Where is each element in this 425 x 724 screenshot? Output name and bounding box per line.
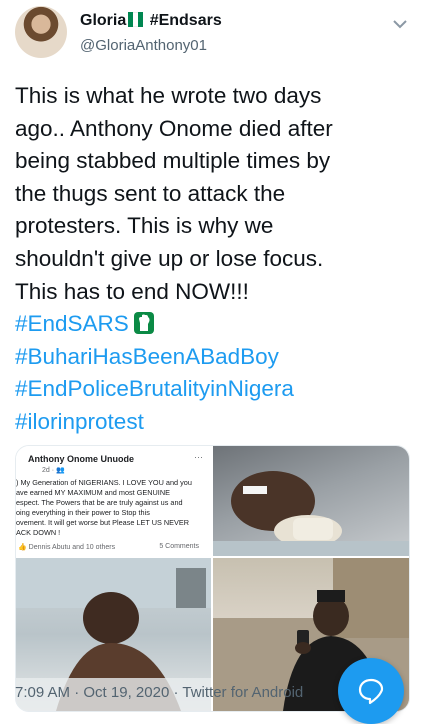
tweet-line: This has to end NOW!!! <box>15 278 249 304</box>
author-display-name[interactable]: Gloria #Endsars <box>80 12 222 32</box>
fb-post-line: ACK DOWN ! <box>16 528 61 537</box>
fb-post-line: ovement. It will get worse but Please LE… <box>16 518 190 527</box>
tweet-time[interactable]: 7:09 AM <box>15 684 70 701</box>
fb-post-line: espect. The Powers that be are truly aga… <box>16 498 183 507</box>
compose-reply-button[interactable] <box>338 658 404 724</box>
tweet-line: the thugs sent to attack the <box>15 180 286 206</box>
author-name[interactable]: Gloria <box>80 12 126 29</box>
tweet-line: shouldn't give up or lose focus. <box>15 245 324 271</box>
raised-fist-icon <box>133 311 155 335</box>
fb-post-line: oing everything in their power to Stop t… <box>16 508 150 517</box>
tweet-line: protesters. This is why we <box>15 213 274 239</box>
fb-comments-count: 5 Comments <box>159 543 199 550</box>
tweet-header: Gloria #Endsars @GloriaAnthony01 <box>0 0 425 74</box>
footer-separator: · <box>74 684 80 701</box>
more-icon: ··· <box>194 452 203 462</box>
author-handle[interactable]: @GloriaAnthony01 <box>80 37 207 54</box>
hashtag-line: #EndPoliceBrutalityinNigera <box>15 373 415 406</box>
hashtag-link[interactable]: #ilorinprotest <box>15 409 144 434</box>
fb-post-line: ) My Generation of NIGERIANS. I LOVE YOU… <box>16 478 192 487</box>
tweet-line: ago.. Anthony Onome died after <box>15 115 333 141</box>
fb-post-author: Anthony Onome Unuode <box>28 454 134 464</box>
tweet-text: This is what he wrote two days ago.. Ant… <box>15 80 415 439</box>
fb-post-line: ave earned MY MAXIMUM and most GENUINE <box>16 488 170 497</box>
reaction-icon: 👍 <box>18 544 27 551</box>
tweet-line: This is what he wrote two days <box>15 83 322 108</box>
fb-post-meta: 2d · 👥 <box>42 467 65 474</box>
tweet-source[interactable]: Twitter for Android <box>182 684 303 701</box>
chevron-down-icon[interactable] <box>388 12 412 36</box>
fb-reactions: 👍 Dennis Abutu and 10 others <box>18 543 115 551</box>
hashtag-link[interactable]: #BuhariHasBeenABadBoy <box>15 344 279 369</box>
hashtag-link[interactable]: #EndPoliceBrutalityinNigera <box>15 376 294 401</box>
fb-reactions-text: Dennis Abutu and 10 others <box>28 544 116 551</box>
nigeria-flag-icon <box>128 12 144 32</box>
hashtag-link[interactable]: #EndSARS <box>15 311 129 336</box>
tweet-footer: 7:09 AM · Oct 19, 2020 · Twitter for And… <box>15 684 303 701</box>
facebook-post-screenshot[interactable]: Anthony Onome Unuode 2d · 👥 ··· ) My Gen… <box>16 446 213 556</box>
tweet-date[interactable]: Oct 19, 2020 <box>83 684 169 701</box>
fb-post-body: ) My Generation of NIGERIANS. I LOVE YOU… <box>16 478 206 538</box>
hashtag-line: #BuhariHasBeenABadBoy <box>15 341 415 374</box>
avatar[interactable] <box>15 6 67 58</box>
footer-separator: · <box>173 684 179 701</box>
hashtag-line: #EndSARS <box>15 308 415 341</box>
hashtag-line: #ilorinprotest <box>15 406 415 439</box>
author-name-suffix[interactable]: #Endsars <box>150 12 222 29</box>
hospital-photo-neck-brace[interactable] <box>213 446 409 556</box>
tweet-line: being stabbed multiple times by <box>15 148 331 174</box>
